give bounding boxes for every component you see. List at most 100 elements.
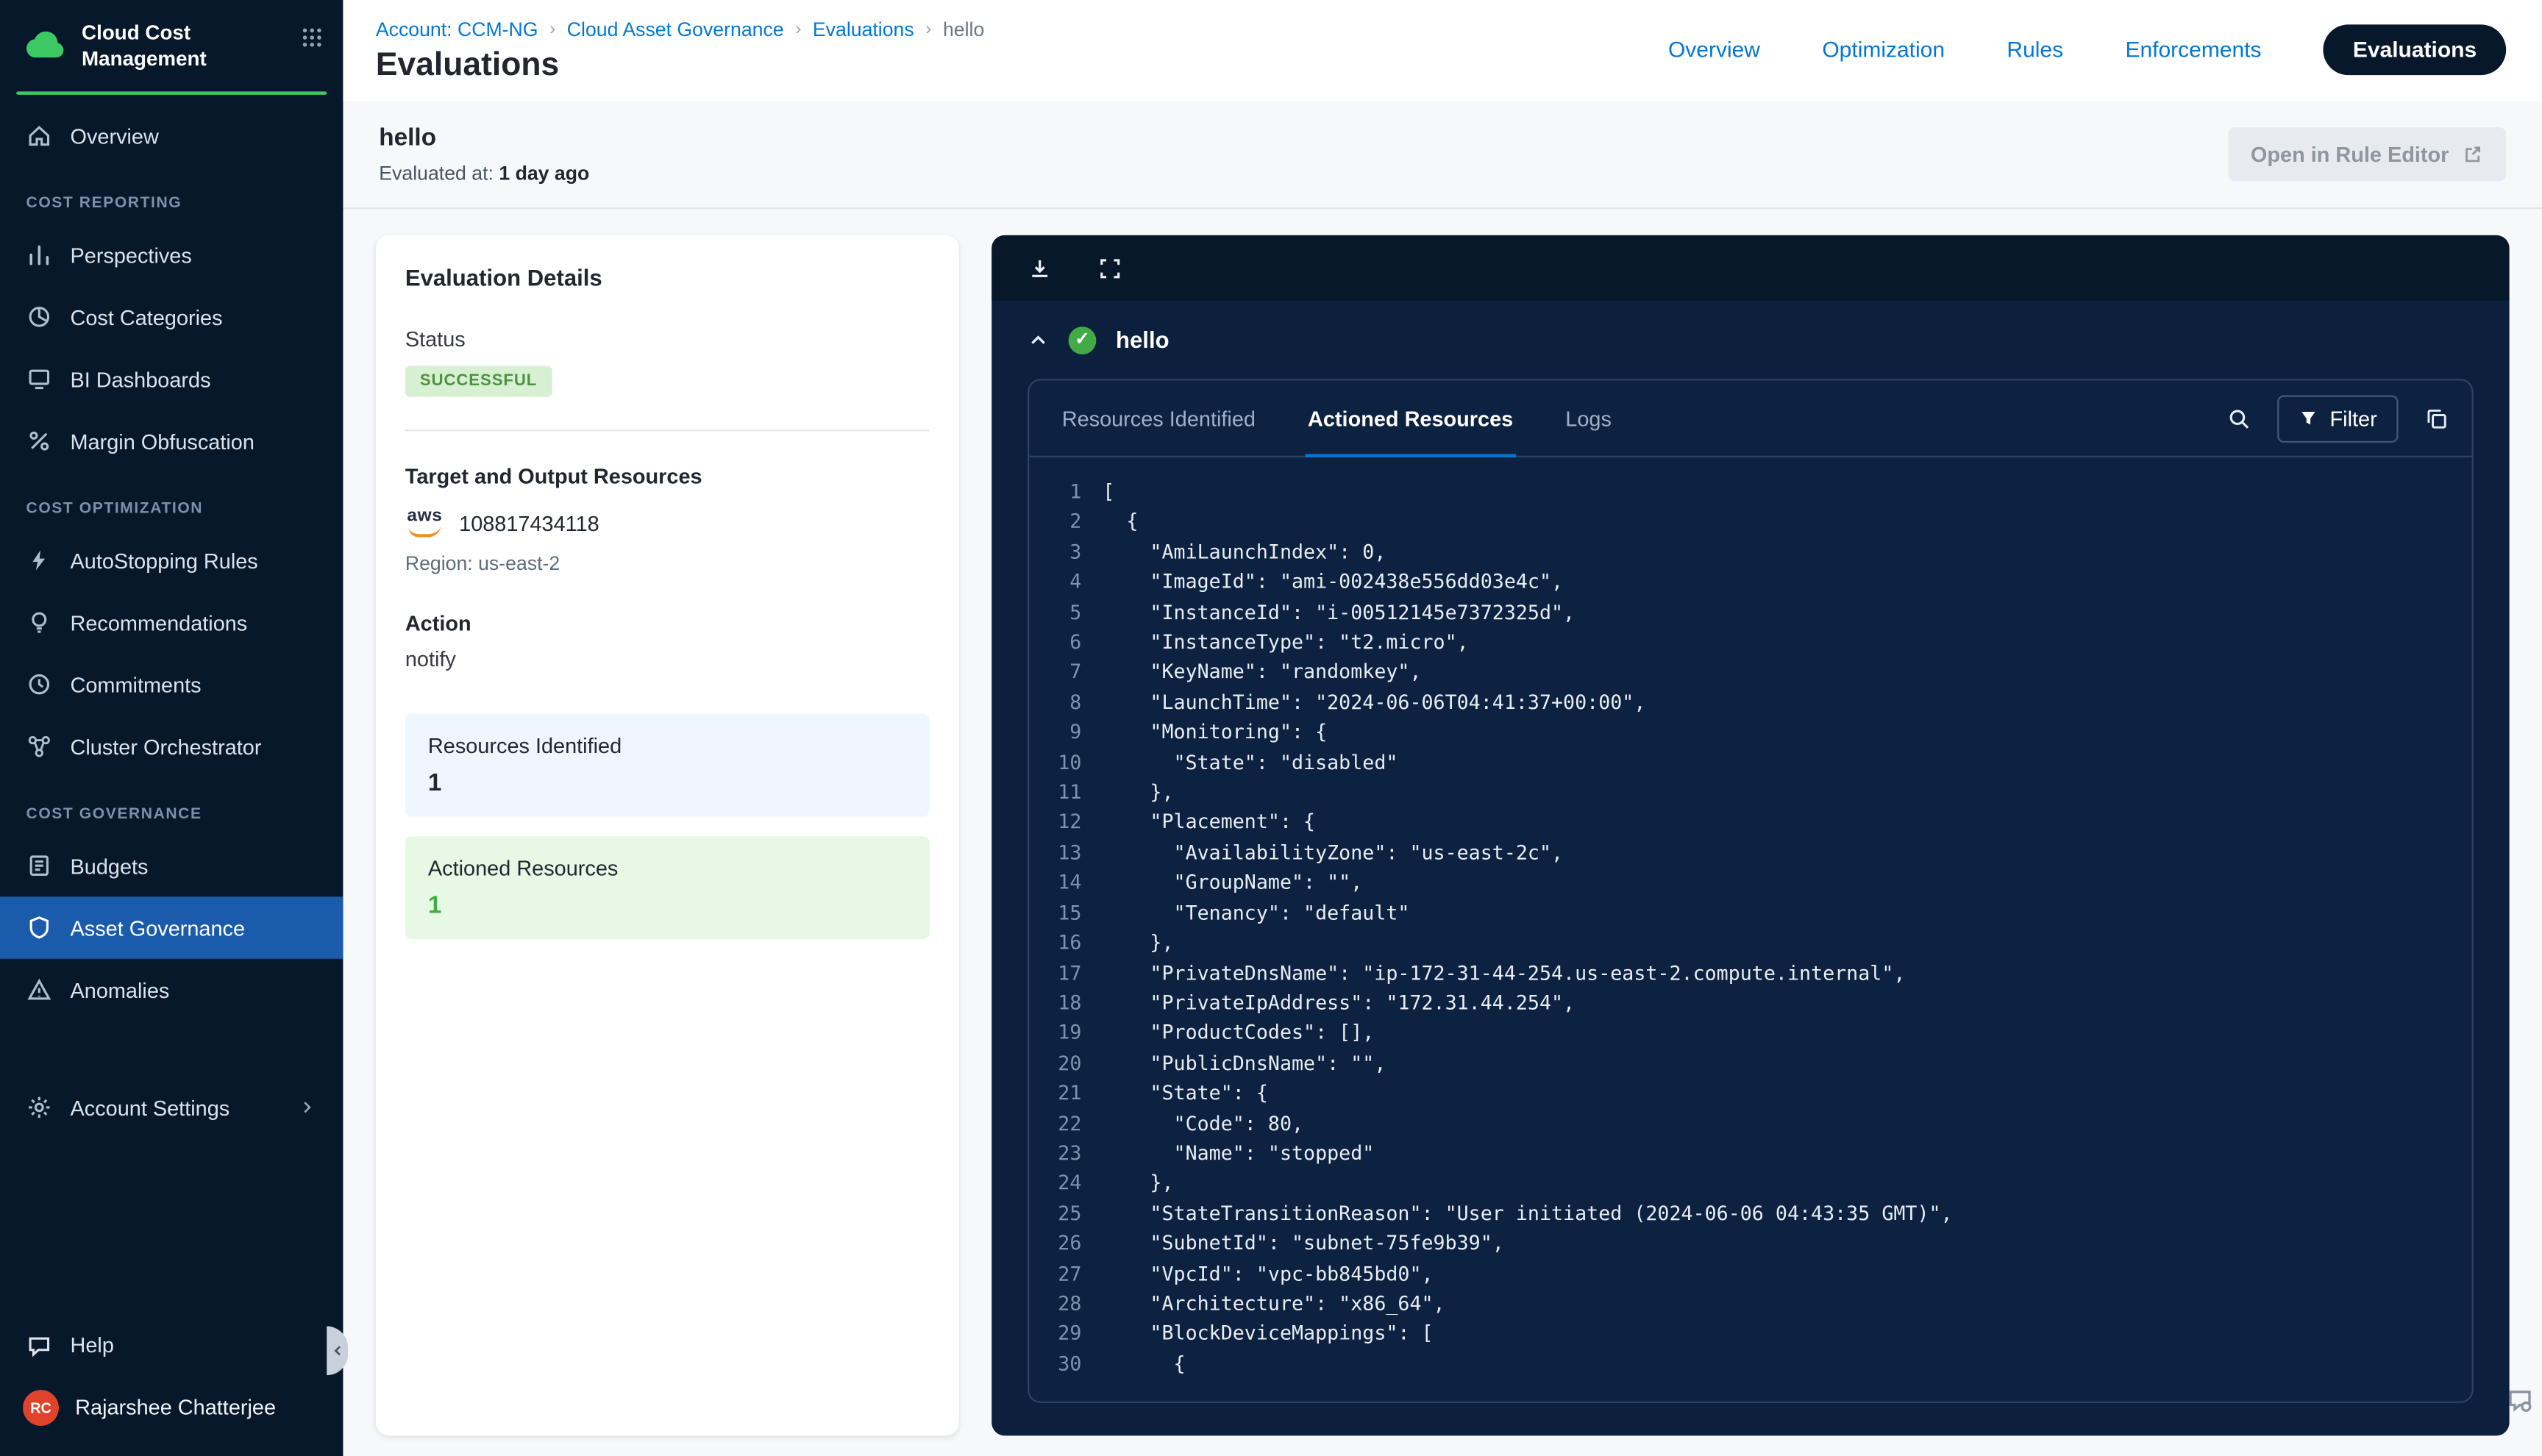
stat-label: Resources Identified bbox=[428, 733, 907, 757]
line-number: 2 bbox=[1029, 507, 1081, 537]
sidebar-item-overview[interactable]: Overview bbox=[0, 105, 343, 167]
sidebar-spacer bbox=[0, 1021, 343, 1077]
sidebar-item-cost-categories[interactable]: Cost Categories bbox=[0, 286, 343, 348]
support-chat-icon[interactable] bbox=[2506, 1386, 2534, 1414]
sidebar-item-perspectives[interactable]: Perspectives bbox=[0, 224, 343, 286]
sidebar-item-label: BI Dashboards bbox=[71, 367, 211, 391]
line-content: "SubnetId": "subnet-75fe9b39", bbox=[1103, 1229, 1504, 1259]
avatar: RC bbox=[23, 1389, 59, 1425]
home-icon bbox=[26, 123, 53, 149]
viewer-evaluation-name: hello bbox=[1116, 326, 1169, 353]
sidebar-item-autostopping-rules[interactable]: AutoStopping Rules bbox=[0, 529, 343, 591]
line-number: 25 bbox=[1029, 1199, 1081, 1229]
evaluation-heading: hello Evaluated at: 1 day ago bbox=[379, 124, 589, 185]
sidebar-header: Cloud Cost Management bbox=[0, 0, 343, 85]
sidebar-item-commitments[interactable]: Commitments bbox=[0, 654, 343, 715]
breadcrumb-governance[interactable]: Cloud Asset Governance bbox=[567, 18, 784, 40]
line-number: 11 bbox=[1029, 777, 1081, 807]
module-nav: Overview Optimization Rules Enforcements… bbox=[1668, 24, 2506, 75]
chevron-up-icon[interactable] bbox=[1028, 329, 1049, 351]
nav-link-rules[interactable]: Rules bbox=[2007, 38, 2063, 62]
tab-logs[interactable]: Logs bbox=[1562, 381, 1615, 456]
help-button[interactable]: Help bbox=[0, 1316, 343, 1374]
line-number: 7 bbox=[1029, 657, 1081, 688]
download-icon[interactable] bbox=[1028, 256, 1052, 280]
sidebar-item-label: Cost Categories bbox=[71, 305, 223, 329]
search-icon[interactable] bbox=[2227, 406, 2251, 430]
details-title: Evaluation Details bbox=[405, 265, 930, 291]
viewer-title-row: ✓ hello bbox=[991, 301, 2509, 379]
code-line: 6 "InstanceType": "t2.micro", bbox=[1029, 627, 2471, 657]
alert-icon bbox=[26, 977, 53, 1004]
breadcrumb-separator: › bbox=[549, 20, 555, 40]
line-number: 19 bbox=[1029, 1018, 1081, 1048]
code-line: 17 "PrivateDnsName": "ip-172-31-44-254.u… bbox=[1029, 958, 2471, 988]
evaluated-at-label: Evaluated at: bbox=[379, 162, 494, 185]
sidebar-item-label: AutoStopping Rules bbox=[71, 549, 258, 573]
line-content: "State": { bbox=[1103, 1078, 1268, 1108]
user-menu[interactable]: RC Rajarshee Chatterjee bbox=[0, 1374, 343, 1440]
sidebar-bottom: Help RC Rajarshee Chatterjee bbox=[0, 1316, 343, 1456]
breadcrumb-account[interactable]: Account: CCM-NG bbox=[376, 18, 538, 40]
sidebar-item-label: Anomalies bbox=[71, 978, 170, 1002]
line-number: 1 bbox=[1029, 477, 1081, 507]
sidebar-item-anomalies[interactable]: Anomalies bbox=[0, 959, 343, 1021]
line-number: 15 bbox=[1029, 898, 1081, 928]
chat-icon bbox=[26, 1332, 53, 1358]
pie-chart-icon bbox=[26, 304, 53, 331]
line-content: "Architecture": "x86_64", bbox=[1103, 1288, 1445, 1318]
line-number: 13 bbox=[1029, 838, 1081, 868]
filter-button[interactable]: Filter bbox=[2277, 394, 2398, 441]
open-rule-editor-label: Open in Rule Editor bbox=[2251, 142, 2449, 166]
line-number: 4 bbox=[1029, 567, 1081, 597]
sidebar-item-budgets[interactable]: Budgets bbox=[0, 835, 343, 897]
budget-doc-icon bbox=[26, 853, 53, 879]
sidebar-item-margin-obfuscation[interactable]: Margin Obfuscation bbox=[0, 410, 343, 472]
evaluation-subheader: hello Evaluated at: 1 day ago Open in Ru… bbox=[343, 101, 2542, 210]
line-content: "KeyName": "randomkey", bbox=[1103, 657, 1421, 688]
line-content: "InstanceId": "i-00512145e7372325d", bbox=[1103, 597, 1575, 627]
shield-icon bbox=[26, 915, 53, 941]
sidebar-item-label: Account Settings bbox=[71, 1096, 230, 1120]
nav-link-overview[interactable]: Overview bbox=[1668, 38, 1760, 62]
code-line: 9 "Monitoring": { bbox=[1029, 718, 2471, 748]
open-rule-editor-button[interactable]: Open in Rule Editor bbox=[2228, 127, 2506, 181]
sidebar-item-cluster-orchestrator[interactable]: Cluster Orchestrator bbox=[0, 715, 343, 777]
line-content: "GroupName": "", bbox=[1103, 868, 1362, 898]
sidebar-nav: Overview COST REPORTING Perspectives Cos… bbox=[0, 105, 343, 1139]
breadcrumb-evaluations[interactable]: Evaluations bbox=[813, 18, 914, 40]
code-line: 12 "Placement": { bbox=[1029, 807, 2471, 838]
sidebar-item-asset-governance[interactable]: Asset Governance bbox=[0, 897, 343, 959]
cloud-cost-logo-icon bbox=[23, 24, 67, 68]
copy-icon[interactable] bbox=[2424, 406, 2449, 430]
line-number: 24 bbox=[1029, 1168, 1081, 1199]
code-line: 5 "InstanceId": "i-00512145e7372325d", bbox=[1029, 597, 2471, 627]
nav-link-enforcements[interactable]: Enforcements bbox=[2125, 38, 2261, 62]
region-text: Region: us-east-2 bbox=[405, 552, 930, 575]
sidebar-item-bi-dashboards[interactable]: BI Dashboards bbox=[0, 349, 343, 410]
nav-link-optimization[interactable]: Optimization bbox=[1822, 38, 1945, 62]
code-line: 25 "StateTransitionReason": "User initia… bbox=[1029, 1199, 2471, 1229]
main-area: Account: CCM-NG › Cloud Asset Governance… bbox=[343, 0, 2542, 1456]
code-line: 26 "SubnetId": "subnet-75fe9b39", bbox=[1029, 1229, 2471, 1259]
line-content: "Code": 80, bbox=[1103, 1108, 1303, 1138]
line-number: 22 bbox=[1029, 1108, 1081, 1138]
line-content: }, bbox=[1103, 1168, 1173, 1199]
tab-actioned-resources[interactable]: Actioned Resources bbox=[1305, 381, 1517, 456]
code-line: 3 "AmiLaunchIndex": 0, bbox=[1029, 537, 2471, 567]
sidebar-item-recommendations[interactable]: Recommendations bbox=[0, 592, 343, 654]
tab-resources-identified[interactable]: Resources Identified bbox=[1058, 381, 1258, 456]
sidebar-item-account-settings[interactable]: Account Settings bbox=[0, 1077, 343, 1138]
code-line: 21 "State": { bbox=[1029, 1078, 2471, 1108]
nav-link-evaluations-active[interactable]: Evaluations bbox=[2324, 24, 2506, 75]
code-line: 15 "Tenancy": "default" bbox=[1029, 898, 2471, 928]
fullscreen-icon[interactable] bbox=[1098, 256, 1122, 280]
line-number: 29 bbox=[1029, 1318, 1081, 1349]
module-switcher-icon[interactable] bbox=[301, 26, 324, 49]
code-block[interactable]: 1[2 {3 "AmiLaunchIndex": 0,4 "ImageId": … bbox=[1029, 457, 2471, 1401]
bar-chart-icon bbox=[26, 242, 53, 268]
status-badge: SUCCESSFUL bbox=[405, 366, 552, 397]
percent-icon bbox=[26, 428, 53, 454]
sidebar-item-label: Margin Obfuscation bbox=[71, 429, 254, 454]
code-line: 27 "VpcId": "vpc-bb845bd0", bbox=[1029, 1258, 2471, 1288]
